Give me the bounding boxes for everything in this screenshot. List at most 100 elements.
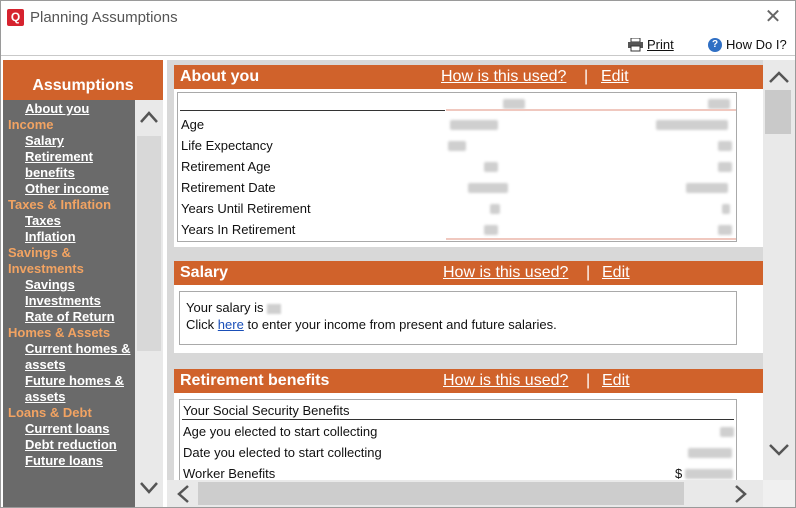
salary-line: Your salary is: [186, 300, 282, 315]
sidebar-item[interactable]: Future loans: [3, 453, 133, 469]
sidebar-header: Assumptions: [3, 60, 163, 100]
column-divider: [446, 238, 736, 240]
redacted-value: [718, 225, 732, 235]
retirement-how-link[interactable]: How is this used?: [443, 372, 568, 390]
subheader-rule: [182, 419, 734, 420]
about-row-label: Years Until Retirement: [181, 201, 311, 216]
sidebar-item[interactable]: Current loans: [3, 421, 133, 437]
sidebar-item[interactable]: Other income: [3, 181, 133, 197]
printer-icon: [628, 37, 643, 51]
assumptions-content: About you How is this used? | Edit Age Li…: [167, 60, 763, 480]
sidebar-item[interactable]: Retirement benefits: [3, 149, 133, 181]
chevron-up-icon[interactable]: [139, 110, 159, 124]
chevron-up-icon[interactable]: [767, 70, 791, 84]
salary-edit-link[interactable]: Edit: [602, 264, 630, 282]
title-bar: Q Planning Assumptions ✕: [1, 1, 795, 34]
retirement-edit-link[interactable]: Edit: [602, 372, 630, 390]
content-vertical-scrollbar[interactable]: [763, 60, 795, 480]
sidebar-item[interactable]: Current homes & assets: [3, 341, 133, 373]
sidebar-item[interactable]: About you: [3, 101, 133, 117]
retirement-header: Retirement benefits How is this used? | …: [174, 369, 763, 393]
sidebar-scroll-thumb[interactable]: [137, 136, 161, 351]
sidebar-item[interactable]: Salary: [3, 133, 133, 149]
toolbar: Print ? How Do I?: [1, 34, 795, 56]
salary-how-link[interactable]: How is this used?: [443, 264, 568, 282]
window-title: Planning Assumptions: [30, 9, 178, 26]
sidebar-category: Homes & Assets: [8, 325, 111, 340]
chevron-down-icon[interactable]: [139, 481, 159, 495]
redacted-value: [718, 162, 732, 172]
here-link[interactable]: here: [218, 317, 244, 332]
print-label: Print: [647, 37, 674, 52]
print-button[interactable]: Print: [627, 37, 674, 52]
redacted-value: [720, 427, 734, 437]
redacted-value: [450, 120, 498, 130]
salary-header: Salary How is this used? | Edit: [174, 261, 763, 285]
about-you-header: About you How is this used? | Edit: [174, 65, 763, 89]
sidebar-category: Taxes & Inflation: [8, 197, 112, 212]
horizontal-scroll-thumb[interactable]: [198, 482, 684, 505]
about-you-title: About you: [180, 68, 260, 85]
click-text: Click: [186, 317, 215, 332]
redacted-value: [448, 141, 466, 151]
redacted-value: [484, 162, 498, 172]
close-icon[interactable]: ✕: [763, 6, 783, 28]
content-scroll-thumb[interactable]: [765, 90, 791, 134]
sidebar-item[interactable]: Savings: [3, 277, 133, 293]
content-horizontal-scrollbar[interactable]: [167, 480, 763, 507]
about-you-edit-link[interactable]: Edit: [601, 68, 629, 86]
header-value-blur: [503, 99, 525, 109]
redacted-value: [685, 469, 733, 479]
redacted-value: [490, 204, 500, 214]
about-row-label: Life Expectancy: [181, 138, 273, 153]
planning-assumptions-window: Q Planning Assumptions ✕ Print ? How Do …: [0, 0, 796, 508]
redacted-value: [688, 448, 732, 458]
sidebar-item[interactable]: Rate of Return: [3, 309, 133, 325]
instructions-text: to enter your income from present and fu…: [247, 317, 557, 332]
sidebar-scrollbar[interactable]: [135, 100, 163, 507]
redacted-value: [686, 183, 728, 193]
help-icon: ?: [708, 37, 722, 52]
sidebar-item[interactable]: Inflation: [3, 229, 133, 245]
assumptions-sidebar: Assumptions About you Income Salary Retirem…: [3, 60, 163, 507]
sidebar-category: Loans & Debt: [8, 405, 92, 420]
column-divider: [446, 109, 736, 111]
retirement-row-label: Worker Benefits: [183, 466, 276, 480]
retirement-benefits-panel: Retirement benefits How is this used? | …: [174, 369, 763, 480]
redacted-value: [468, 183, 508, 193]
redacted-value: [722, 204, 730, 214]
about-row-label: Age: [181, 117, 205, 132]
redacted-value: [656, 120, 728, 130]
sidebar-item[interactable]: Taxes: [3, 213, 133, 229]
social-security-table: Your Social Security Benefits Age you el…: [179, 399, 737, 480]
worker-benefits-currency: $: [675, 466, 683, 480]
sidebar-item[interactable]: Investments: [3, 293, 133, 309]
social-security-subheader: Your Social Security Benefits: [183, 403, 350, 418]
header-value-blur: [708, 99, 730, 109]
header-separator: |: [586, 372, 591, 389]
about-row-label: Years In Retirement: [181, 222, 296, 237]
sidebar-category: Savings & Investments: [8, 245, 84, 276]
chevron-right-icon[interactable]: [733, 484, 749, 504]
about-you-table: Age Life Expectancy Retirement Age Retireme…: [177, 92, 737, 242]
how-do-i-label: How Do I?: [726, 37, 787, 52]
salary-box: Your salary is Click here to enter your …: [179, 291, 737, 345]
sidebar-item[interactable]: Debt reduction: [3, 437, 133, 453]
salary-panel: Salary How is this used? | Edit Your sal…: [174, 261, 763, 353]
chevron-down-icon[interactable]: [767, 443, 791, 457]
salary-value-blur: [267, 303, 282, 314]
about-row-label: Retirement Age: [181, 159, 271, 174]
salary-text: Your salary is: [186, 300, 264, 315]
how-do-i-button[interactable]: ? How Do I?: [708, 37, 787, 52]
about-you-panel: About you How is this used? | Edit Age Li…: [174, 65, 763, 247]
salary-instructions: Click here to enter your income from pre…: [186, 317, 557, 332]
sidebar-list: About you Income Salary Retirement benefits O…: [3, 100, 133, 469]
chevron-left-icon[interactable]: [175, 484, 191, 504]
sidebar-item[interactable]: Future homes & assets: [3, 373, 133, 405]
scroll-corner: [763, 480, 795, 507]
salary-title: Salary: [180, 264, 229, 281]
table-header-rule: [180, 110, 445, 111]
about-you-how-link[interactable]: How is this used?: [441, 68, 566, 86]
redacted-value: [718, 141, 732, 151]
quicken-logo-icon: Q: [7, 9, 24, 26]
